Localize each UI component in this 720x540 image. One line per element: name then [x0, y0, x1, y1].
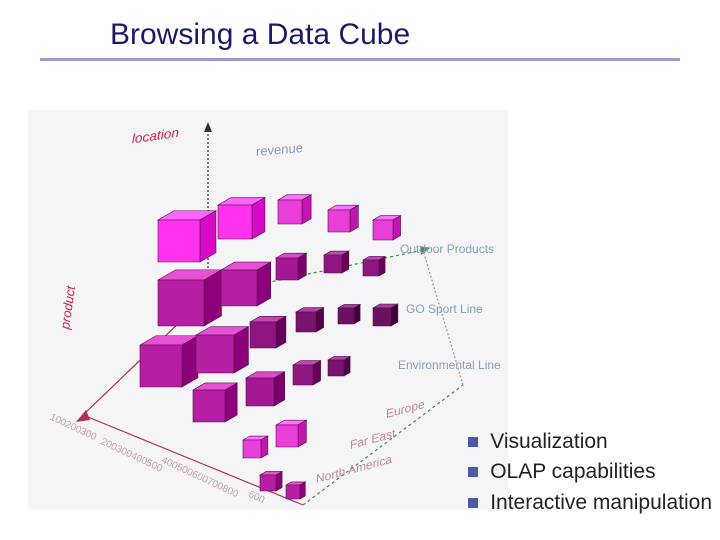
product-cat-0: Outdoor Products [400, 242, 494, 256]
title-underline [40, 58, 680, 61]
product-cat-1: GO Sport Line [406, 302, 483, 316]
page-title: Browsing a Data Cube [0, 0, 720, 58]
data-cube-chart: location revenue product Outdoor Product… [28, 110, 508, 510]
list-item: OLAP capabilities [468, 457, 712, 487]
bullet-text: OLAP capabilities [490, 457, 655, 487]
bullet-list: Visualization OLAP capabilities Interact… [468, 427, 712, 518]
bullet-text: Interactive manipulation [490, 488, 712, 518]
bullet-icon [468, 498, 478, 508]
bullet-text: Visualization [490, 427, 608, 457]
list-item: Visualization [468, 427, 712, 457]
bullet-icon [468, 437, 478, 447]
product-cat-2: Environmental Line [398, 358, 501, 372]
bullet-icon [468, 467, 478, 477]
list-item: Interactive manipulation [468, 488, 712, 518]
